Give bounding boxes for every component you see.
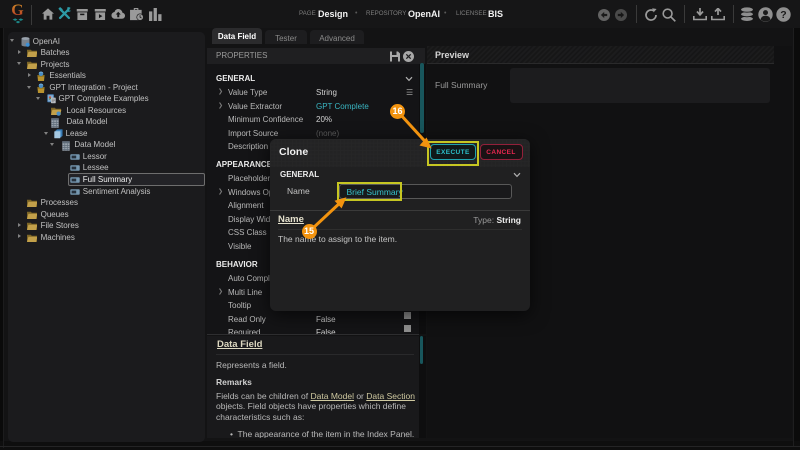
svg-text:?: ? (780, 9, 786, 21)
